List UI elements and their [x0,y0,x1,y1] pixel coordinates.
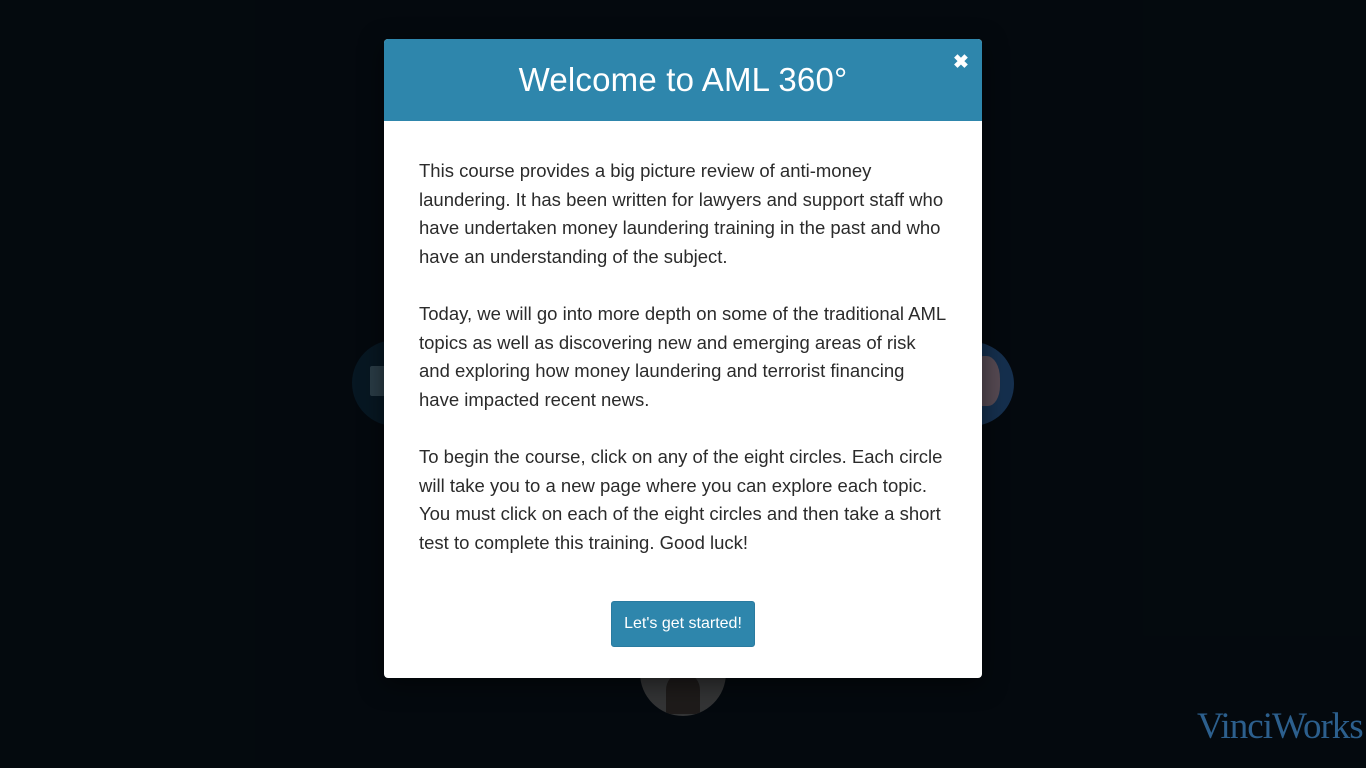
close-icon[interactable]: ✖ [952,53,970,73]
modal-body: This course provides a big picture revie… [384,121,982,557]
modal-header: Welcome to AML 360° ✖ [384,39,982,121]
welcome-modal: Welcome to AML 360° ✖ This course provid… [384,39,982,678]
modal-title: Welcome to AML 360° [518,61,848,98]
start-course-button[interactable]: Let's get started! [611,601,755,647]
instructions-paragraph: To begin the course, click on any of the… [419,445,943,553]
course-stage: VinciWorks Welcome to AML 360° ✖ This co… [0,0,1366,768]
modal-footer: Let's get started! [384,601,982,647]
intro-paragraph: This course provides a big picture revie… [419,160,944,267]
vinciworks-logo: VinciWorks [1197,706,1364,747]
depth-paragraph: Today, we will go into more depth on som… [419,302,946,410]
